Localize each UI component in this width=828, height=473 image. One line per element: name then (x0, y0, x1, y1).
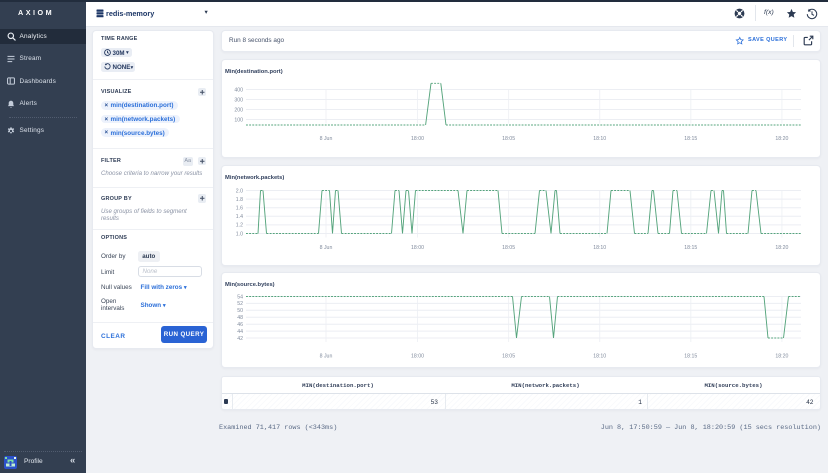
svg-text:44: 44 (237, 329, 243, 335)
svg-text:18:05: 18:05 (502, 136, 515, 142)
svg-text:18:00: 18:00 (411, 245, 424, 251)
svg-text:1.2: 1.2 (236, 222, 243, 228)
svg-text:100: 100 (234, 117, 243, 123)
svg-text:18:20: 18:20 (775, 354, 788, 360)
svg-text:54: 54 (237, 294, 243, 300)
svg-text:18:15: 18:15 (684, 136, 697, 142)
svg-text:2.0: 2.0 (236, 188, 243, 194)
svg-text:18:05: 18:05 (502, 354, 515, 360)
svg-text:200: 200 (234, 107, 243, 113)
svg-text:18:05: 18:05 (502, 245, 515, 251)
svg-text:400: 400 (234, 87, 243, 93)
svg-text:300: 300 (234, 97, 243, 103)
svg-text:1.6: 1.6 (236, 205, 243, 211)
svg-text:1.8: 1.8 (236, 196, 243, 202)
svg-text:8 Jun: 8 Jun (320, 245, 333, 251)
svg-text:8 Jun: 8 Jun (320, 354, 333, 360)
svg-text:8 Jun: 8 Jun (320, 136, 333, 142)
svg-text:18:00: 18:00 (411, 354, 424, 360)
svg-text:46: 46 (237, 322, 243, 328)
svg-text:18:00: 18:00 (411, 136, 424, 142)
svg-text:18:10: 18:10 (593, 245, 606, 251)
svg-text:18:15: 18:15 (684, 354, 697, 360)
svg-text:18:20: 18:20 (775, 136, 788, 142)
svg-text:18:10: 18:10 (593, 354, 606, 360)
svg-text:50: 50 (237, 308, 243, 314)
svg-text:1.4: 1.4 (236, 214, 243, 220)
svg-text:52: 52 (237, 301, 243, 307)
svg-text:18:20: 18:20 (775, 245, 788, 251)
svg-text:42: 42 (237, 336, 243, 342)
svg-text:48: 48 (237, 315, 243, 321)
svg-text:18:10: 18:10 (593, 136, 606, 142)
svg-text:1.0: 1.0 (236, 231, 243, 237)
svg-text:18:15: 18:15 (684, 245, 697, 251)
